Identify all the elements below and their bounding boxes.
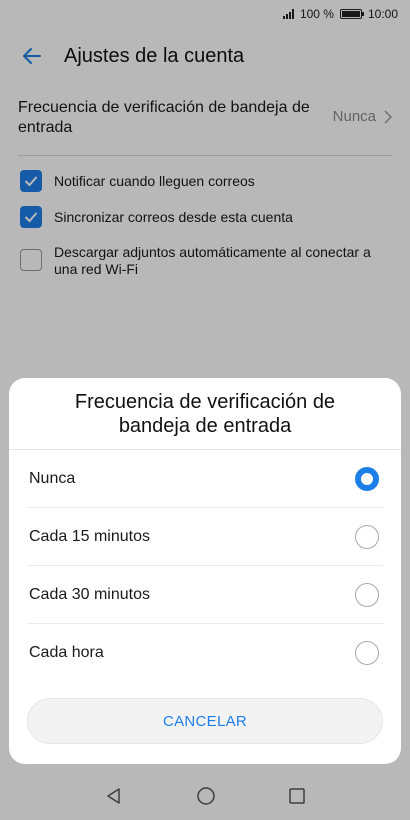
radio-button[interactable] [355, 641, 379, 665]
cancel-button[interactable]: CANCELAR [27, 698, 383, 744]
radio-button-selected[interactable] [355, 466, 379, 491]
frequency-options-list: Nunca Cada 15 minutos Cada 30 minutos Ca… [9, 450, 401, 682]
option-cada-15-minutos[interactable]: Cada 15 minutos [27, 508, 383, 566]
option-label: Cada 30 minutos [29, 585, 150, 603]
radio-button[interactable] [355, 524, 379, 549]
option-nunca[interactable]: Nunca [27, 450, 383, 508]
option-cada-hora[interactable]: Cada hora [27, 624, 383, 682]
radio-button[interactable] [355, 582, 379, 607]
option-cada-30-minutos[interactable]: Cada 30 minutos [27, 566, 383, 624]
option-label: Cada hora [29, 644, 104, 661]
dialog-title: Frecuencia de verificación de bandeja de… [9, 378, 401, 450]
option-label: Nunca [29, 469, 76, 487]
option-label: Cada 15 minutos [29, 527, 150, 545]
frequency-dialog: Frecuencia de verificación de bandeja de… [9, 378, 401, 764]
